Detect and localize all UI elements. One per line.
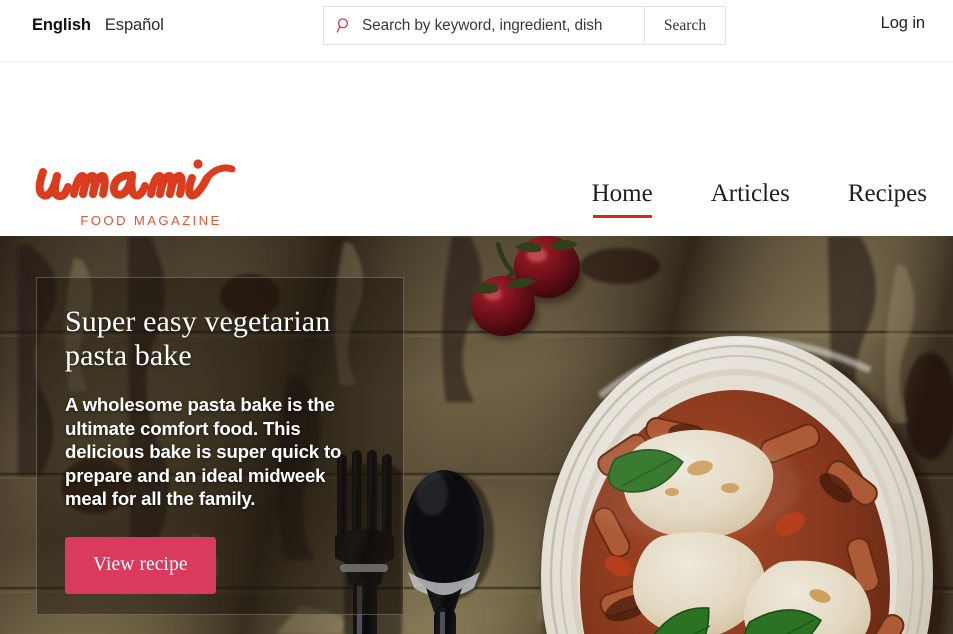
language-option-espanol[interactable]: Español xyxy=(105,14,164,36)
search-icon xyxy=(336,18,349,33)
masthead: FOOD MAGAZINE Home Articles Recipes xyxy=(0,62,953,236)
language-option-english[interactable]: English xyxy=(32,14,91,36)
search-field-container[interactable] xyxy=(323,6,645,45)
language-switcher: English Español xyxy=(32,14,164,36)
search-bar: Search xyxy=(323,6,726,45)
page-root: English Español Search Log in xyxy=(0,0,953,634)
brand-tagline: FOOD MAGAZINE xyxy=(80,213,222,228)
hero-description: A wholesome pasta bake is the ultimate c… xyxy=(65,394,342,510)
login-link[interactable]: Log in xyxy=(881,14,925,33)
nav-item-home[interactable]: Home xyxy=(592,180,653,218)
hero-section: Super easy vegetarian pasta bake A whole… xyxy=(0,236,953,634)
search-input[interactable] xyxy=(362,16,644,35)
top-utility-bar: English Español Search Log in xyxy=(0,0,953,62)
hero-title: Super easy vegetarian pasta bake xyxy=(65,305,331,373)
main-navigation: Home Articles Recipes xyxy=(592,180,927,218)
search-button[interactable]: Search xyxy=(644,6,726,45)
brand-wordmark-umami xyxy=(35,159,236,201)
view-recipe-button[interactable]: View recipe xyxy=(65,537,216,594)
site-logo[interactable]: FOOD MAGAZINE xyxy=(32,156,254,228)
nav-item-recipes[interactable]: Recipes xyxy=(848,180,927,218)
nav-item-articles[interactable]: Articles xyxy=(711,180,790,218)
hero-overlay-card: Super easy vegetarian pasta bake A whole… xyxy=(36,277,404,615)
